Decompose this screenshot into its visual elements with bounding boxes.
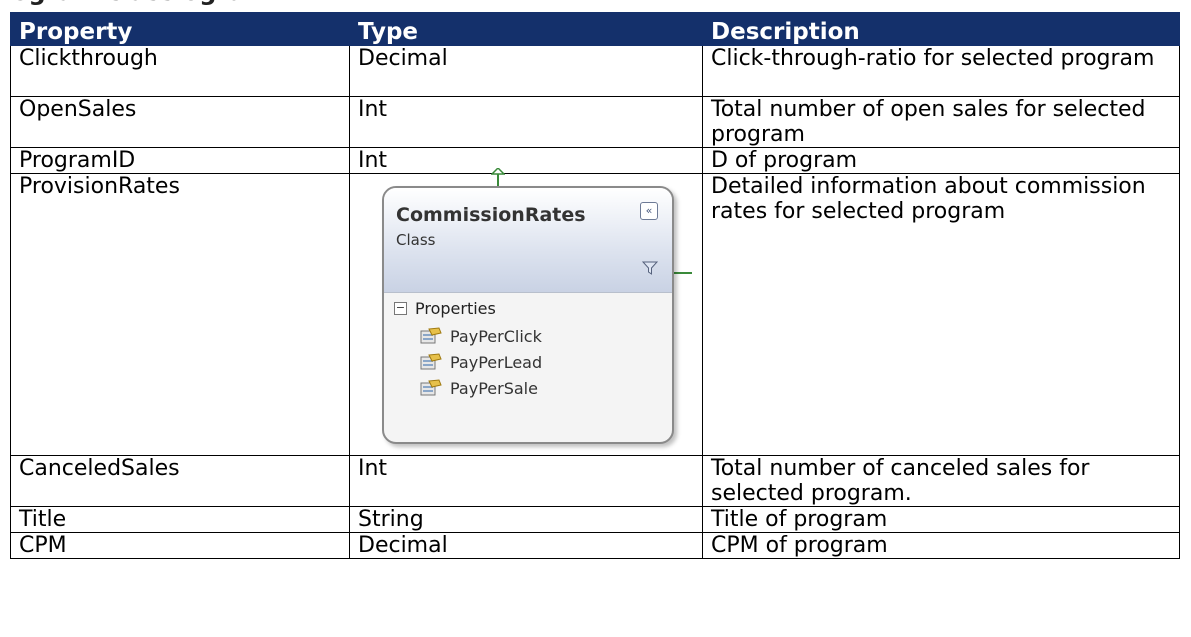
property-cell: ProgramID [10, 147, 350, 174]
column-header-property: Property [10, 12, 350, 46]
property-cell: CanceledSales [10, 455, 350, 507]
section-label: Properties [415, 298, 496, 318]
table-row: Clickthrough Decimal Click-through-ratio… [10, 45, 1180, 97]
property-cell: OpenSales [10, 96, 350, 148]
section-collapse-icon[interactable]: − [394, 301, 407, 315]
class-diagram-header: CommissionRates Class « [384, 188, 672, 293]
property-table: Property Type Description Clickthrough D… [10, 12, 1180, 559]
table-row: CPM Decimal CPM of program [10, 532, 1180, 559]
description-cell: Total number of open sales for selected … [702, 96, 1180, 148]
description-cell: Title of program [702, 506, 1180, 533]
property-cell: Clickthrough [10, 45, 350, 97]
type-cell: Int [349, 147, 703, 174]
class-member[interactable]: PayPerLead [384, 349, 672, 375]
table-row: OpenSales Int Total number of open sales… [10, 96, 1180, 148]
member-name: PayPerLead [450, 352, 543, 372]
association-connector [672, 272, 692, 274]
member-name: PayPerSale [450, 378, 538, 398]
property-icon [420, 353, 442, 370]
class-name: CommissionRates [396, 204, 586, 226]
type-cell: Int [349, 455, 703, 507]
description-cell: Click-through-ratio for selected program [702, 45, 1180, 97]
type-cell: String [349, 506, 703, 533]
property-cell: CPM [10, 532, 350, 559]
section-heading: ogram c ass ogra [12, 0, 244, 8]
type-cell: Int [349, 96, 703, 148]
filter-icon[interactable] [642, 260, 658, 276]
description-cell: Total number of canceled sales for selec… [702, 455, 1180, 507]
description-cell: CPM of program [702, 532, 1180, 559]
type-cell-diagram: CommissionRates Class « − Properties Pay… [349, 168, 703, 456]
type-cell: Decimal [349, 45, 703, 97]
type-cell: Decimal [349, 532, 703, 559]
table-header-row: Property Type Description [10, 12, 1180, 46]
column-header-description: Description [702, 12, 1180, 46]
table-row: ProvisionRates CommissionRates Class « −… [10, 168, 1180, 456]
description-cell: D of program [702, 147, 1180, 174]
collapse-chevron-icon[interactable]: « [640, 202, 658, 220]
inheritance-connector-icon [491, 168, 505, 188]
member-name: PayPerClick [450, 326, 542, 346]
class-member[interactable]: PayPerSale [384, 375, 672, 401]
table-row: Title String Title of program [10, 506, 1180, 533]
class-member[interactable]: PayPerClick [384, 323, 672, 349]
description-cell: Detailed information about commission ra… [702, 173, 1180, 456]
table-row: CanceledSales Int Total number of cancel… [10, 455, 1180, 507]
property-cell: Title [10, 506, 350, 533]
table-row: ProgramID Int D of program [10, 147, 1180, 174]
class-diagram-shape[interactable]: CommissionRates Class « − Properties Pay… [382, 186, 674, 444]
column-header-type: Type [349, 12, 703, 46]
class-kind: Class [396, 231, 436, 249]
property-icon [420, 379, 442, 396]
property-icon [420, 327, 442, 344]
properties-section[interactable]: − Properties [384, 293, 672, 323]
property-cell: ProvisionRates [10, 173, 350, 456]
